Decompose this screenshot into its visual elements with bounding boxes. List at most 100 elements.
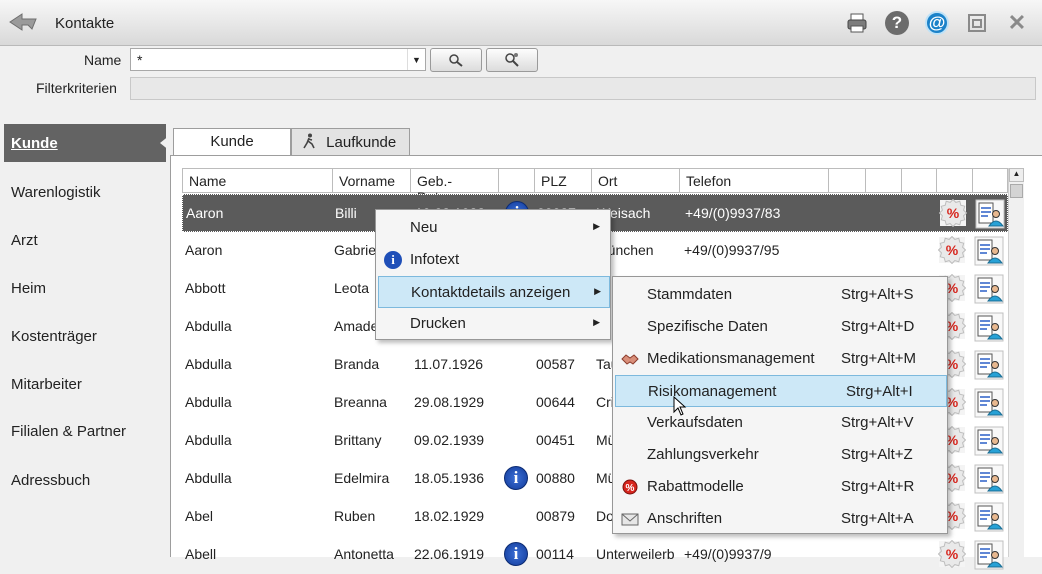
sidebar-item-label: Filialen & Partner bbox=[11, 423, 127, 440]
sidebar-item-kunde[interactable]: Kunde bbox=[4, 124, 166, 162]
contact-card-icon[interactable] bbox=[975, 199, 1005, 229]
cell-vorname: Brittany bbox=[334, 432, 382, 448]
column-header-vorname[interactable]: Vorname bbox=[333, 169, 411, 192]
svg-text:%: % bbox=[626, 483, 635, 494]
scroll-up-button[interactable]: ▲ bbox=[1009, 168, 1024, 182]
email-glyph: @ bbox=[925, 11, 949, 35]
cell-tel: +49/(0)9937/83 bbox=[685, 205, 781, 221]
sidebar-item-kostentraeger[interactable]: Kostenträger bbox=[4, 317, 166, 355]
submenu-item-shortcut: Strg+Alt+A bbox=[841, 510, 914, 527]
cell-name: Abdulla bbox=[185, 394, 232, 410]
close-icon[interactable]: ✕ bbox=[1004, 10, 1030, 36]
tab-label: Kunde bbox=[210, 133, 254, 150]
submenu-item-shortcut: Strg+Alt+M bbox=[841, 350, 917, 367]
cell-name: Abdulla bbox=[185, 356, 232, 372]
contact-card-icon[interactable] bbox=[974, 350, 1004, 380]
email-icon[interactable]: @ bbox=[924, 10, 950, 36]
contact-card-icon[interactable] bbox=[974, 236, 1004, 266]
info-icon[interactable]: i bbox=[504, 542, 528, 566]
cell-name: Aaron bbox=[186, 205, 224, 221]
cell-vorname: Branda bbox=[334, 356, 380, 372]
search-button[interactable] bbox=[430, 48, 482, 72]
sidebar-item-warenlogistik[interactable]: Warenlogistik bbox=[4, 173, 166, 211]
contact-card-icon[interactable] bbox=[974, 274, 1004, 304]
submenu-item-shortcut: Strg+Alt+Z bbox=[841, 446, 913, 463]
name-combobox[interactable]: * ▼ bbox=[130, 48, 426, 71]
discount-seal-icon[interactable]: % bbox=[939, 199, 967, 227]
cell-plz: 00451 bbox=[536, 432, 575, 448]
menu-item-kontaktdetails-anzeigen[interactable]: Kontaktdetails anzeigen ▶ bbox=[378, 276, 610, 308]
search-options-icon bbox=[505, 53, 519, 67]
contact-card-icon[interactable] bbox=[974, 312, 1004, 342]
column-header-telefon[interactable]: Telefon bbox=[680, 169, 829, 192]
help-icon[interactable]: ? bbox=[884, 10, 910, 36]
filter-field[interactable] bbox=[130, 77, 1036, 100]
tab-laufkunde[interactable]: Laufkunde bbox=[291, 128, 410, 155]
cell-name: Abdulla bbox=[185, 432, 232, 448]
menu-item-label: Drucken bbox=[410, 315, 466, 332]
column-header-extra-3[interactable] bbox=[902, 169, 937, 192]
chevron-down-icon[interactable]: ▼ bbox=[407, 49, 425, 70]
print-icon[interactable] bbox=[844, 10, 870, 36]
cell-plz: 00880 bbox=[536, 470, 575, 486]
back-arrow-icon[interactable] bbox=[8, 11, 38, 33]
sidebar-item-label: Heim bbox=[11, 280, 47, 297]
menu-item-neu[interactable]: Neu ▶ bbox=[378, 212, 608, 244]
submenu-item-anschriften[interactable]: Anschriften Strg+Alt+A bbox=[615, 503, 945, 535]
cell-vorname: Ruben bbox=[334, 508, 376, 524]
scroll-thumb[interactable] bbox=[1010, 184, 1023, 198]
advanced-search-button[interactable] bbox=[486, 48, 538, 72]
sidebar-item-filialen-partner[interactable]: Filialen & Partner bbox=[4, 412, 166, 450]
sidebar-item-label: Kostenträger bbox=[11, 328, 97, 345]
sidebar-item-arzt[interactable]: Arzt bbox=[4, 221, 166, 259]
cell-plz: 00644 bbox=[536, 394, 575, 410]
menu-item-label: Neu bbox=[410, 219, 438, 236]
column-header-extra-1[interactable] bbox=[829, 169, 866, 192]
contact-card-icon[interactable] bbox=[974, 464, 1004, 494]
submenu-item-stammdaten[interactable]: Stammdaten Strg+Alt+S bbox=[615, 279, 945, 311]
cell-vorname: Breanna bbox=[334, 394, 387, 410]
discount-seal-glyph: % bbox=[946, 242, 959, 258]
info-icon[interactable]: i bbox=[504, 466, 528, 490]
submenu-item-risikomanagement[interactable]: Risikomanagement Strg+Alt+I bbox=[615, 375, 947, 407]
discount-seal-icon[interactable]: % bbox=[938, 540, 966, 568]
cell-ort: Unterweilerb bbox=[596, 546, 675, 562]
vertical-scrollbar[interactable]: ▲ bbox=[1008, 168, 1024, 557]
sidebar-item-adressbuch[interactable]: Adressbuch bbox=[4, 461, 166, 499]
discount-seal-icon[interactable]: % bbox=[938, 236, 966, 264]
submenu-item-shortcut: Strg+Alt+D bbox=[841, 318, 915, 335]
column-header-info[interactable] bbox=[499, 169, 535, 192]
contact-card-icon[interactable] bbox=[974, 388, 1004, 418]
menu-item-infotext[interactable]: i Infotext bbox=[378, 244, 608, 276]
sidebar: Kunde Warenlogistik Arzt Heim Kostenträg… bbox=[0, 124, 170, 557]
cell-name: Aaron bbox=[185, 242, 223, 258]
sidebar-item-label: Arzt bbox=[11, 232, 38, 249]
column-header-geb-datum[interactable]: Geb.-Datum bbox=[411, 169, 499, 205]
column-header-plz[interactable]: PLZ bbox=[535, 169, 592, 192]
submenu-item-shortcut: Strg+Alt+I bbox=[846, 383, 913, 400]
submenu-item-rabattmodelle[interactable]: % Rabattmodelle Strg+Alt+R bbox=[615, 471, 945, 503]
cell-vorname: Edelmira bbox=[334, 470, 390, 486]
tab-kunde[interactable]: Kunde bbox=[173, 128, 291, 157]
window-icon[interactable] bbox=[964, 10, 990, 36]
contact-card-icon[interactable] bbox=[974, 540, 1004, 570]
cell-geb: 18.05.1936 bbox=[414, 470, 485, 486]
table-row[interactable]: Abell Antonetta 22.06.1919 00114 Unterweiler… bbox=[182, 536, 1008, 574]
contact-card-icon[interactable] bbox=[974, 502, 1004, 532]
column-header-extra-4[interactable] bbox=[937, 169, 973, 192]
submenu-item-medikationsmanagement[interactable]: Medikationsmanagement Strg+Alt+M bbox=[615, 343, 945, 375]
sidebar-item-mitarbeiter[interactable]: Mitarbeiter bbox=[4, 365, 166, 403]
menu-item-drucken[interactable]: Drucken ▶ bbox=[378, 308, 608, 340]
column-header-ort[interactable]: Ort bbox=[592, 169, 680, 192]
name-label: Name bbox=[84, 52, 122, 68]
submenu-item-zahlungsverkehr[interactable]: Zahlungsverkehr Strg+Alt+Z bbox=[615, 439, 945, 471]
discount-seal-glyph: % bbox=[947, 205, 960, 221]
contact-card-icon[interactable] bbox=[974, 426, 1004, 456]
table-header: Name Vorname Geb.-Datum PLZ Ort Telefon bbox=[182, 168, 1008, 205]
column-header-extra-2[interactable] bbox=[866, 169, 902, 192]
submenu-item-verkaufsdaten[interactable]: Verkaufsdaten Strg+Alt+V bbox=[615, 407, 945, 439]
column-header-name[interactable]: Name bbox=[183, 169, 333, 192]
sidebar-item-heim[interactable]: Heim bbox=[4, 269, 166, 307]
cell-name: Abdulla bbox=[185, 318, 232, 334]
submenu-item-spezifische-daten[interactable]: Spezifische Daten Strg+Alt+D bbox=[615, 311, 945, 343]
